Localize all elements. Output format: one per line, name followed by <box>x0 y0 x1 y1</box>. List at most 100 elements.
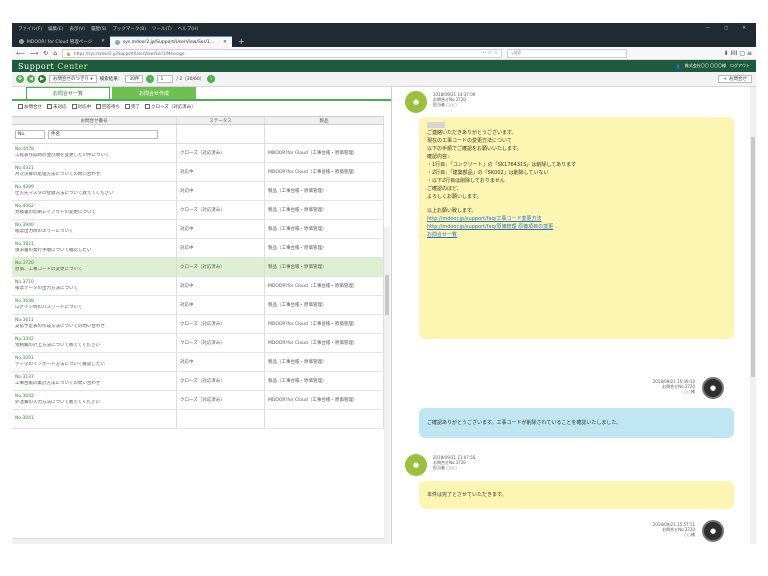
filter-closed[interactable]: クローズ（対応済み） <box>145 103 196 110</box>
page-actions[interactable]: ··· ☆ ☆ <box>481 50 498 56</box>
table-row[interactable]: No.3041 <box>12 410 384 429</box>
table-row[interactable]: No.3137 工事台帳の集計方法についての問い合わせ クローズ（対応済み） 製品（工… <box>12 372 384 391</box>
address-bar[interactable]: 🔒 https://sys.mdoor2.jp/Support/UserView… <box>62 48 503 58</box>
page-prev-icon[interactable]: ‹ <box>146 75 155 83</box>
filter-in-progress[interactable]: 対応中 <box>71 103 92 110</box>
filter-no-input[interactable]: No. <box>15 129 45 139</box>
inquiry-title: 月次決算の処理方法についての問い合わせ <box>15 172 101 177</box>
reload-icon[interactable]: ↻ <box>43 50 48 57</box>
tab-inquiry-list[interactable]: お問合せ一覧 <box>26 87 110 99</box>
search-placeholder: 検索 <box>513 50 522 55</box>
close-tab-icon[interactable]: ✕ <box>223 40 227 45</box>
cell-number-title: No.3720 原価、工事コードの変更について <box>12 258 177 276</box>
app-logo[interactable]: Support Center <box>18 62 88 71</box>
tab-inquiry-create[interactable]: お問合せ作成 <box>112 87 196 99</box>
column-header-product[interactable]: 製品 <box>265 117 384 124</box>
table-row[interactable]: No.3940 帳票出力時のエラーについて 対応中 製品（工事台帳・原価管理） <box>12 220 384 239</box>
cell-number-title: No.3638 ログイン時のパスワードについて <box>12 296 177 314</box>
inquiry-product: 製品（工事台帳・原価管理） <box>265 239 384 257</box>
browser-tab-admin[interactable]: MDOOR! for Cloud 管理ページ ✕ <box>14 36 110 47</box>
toolbar-icons[interactable]: ⬇ IIII ▢ ≡ <box>723 50 752 57</box>
inquiry-number[interactable]: No.3041 <box>15 416 34 422</box>
menu-view[interactable]: 表示(V) <box>69 26 85 32</box>
inquiry-title: 工程表作成時の並び順を変更したい件について <box>15 153 110 158</box>
message-sender: ○○様 <box>684 389 695 394</box>
inquiry-product: MDOOR!for Cloud（工事台帳・原価管理） <box>265 315 384 333</box>
table-row[interactable]: No.4321 月次決算の処理方法についての問い合わせ 対応中 MDOOR!for C… <box>12 163 384 182</box>
table-row[interactable]: No.3611 支払予定表の作成方法についての問い合わせ クローズ（対応済み） MDO… <box>12 315 384 334</box>
filter-done[interactable]: 完了 <box>125 103 140 110</box>
faq-link[interactable]: http://mdoor.jp/support/faq/原価管理 原価項目の変更 <box>427 223 726 231</box>
table-row[interactable]: No.4062 見積書の印刷レイアウトの変更について クローズ（対応済み） 製品（工事… <box>12 201 384 220</box>
table-row[interactable]: No.3638 ログイン時のパスワードについて 対応中 製品（工事台帳・原価管理） <box>12 296 384 315</box>
menu-history[interactable]: 履歴(S) <box>91 26 106 32</box>
column-header-number[interactable]: お問合せ番号 <box>12 117 177 124</box>
address-text: https://sys.mdoor2.jp/Support/UserView/S… <box>74 50 185 56</box>
table-row[interactable]: No.4478 工程表作成時の並び順を変更したい件について クローズ（対応済み） MD… <box>12 144 384 163</box>
close-tab-icon[interactable]: ✕ <box>101 39 105 44</box>
new-tab-button[interactable]: + <box>232 36 251 47</box>
add-icon[interactable]: ✚ <box>16 75 24 83</box>
table-row[interactable]: No.3720 原価、工事コードの変更について クローズ（対応済み） 製品（工事台帳・… <box>12 258 384 277</box>
column-header-status[interactable]: ステータス <box>177 117 265 124</box>
results-count-select[interactable]: 30件 <box>125 75 144 83</box>
table-row[interactable]: No.3821 請求書の発行手順について確認したい 対応中 製品（工事台帳・原価管理） <box>12 239 384 258</box>
filter-label: 対応中 <box>77 104 92 110</box>
table-row[interactable]: No.3342 労務費の計上方法について教えてください クローズ（対応済み） MDOO… <box>12 334 384 353</box>
inquiry-status: クローズ（対応済み） <box>177 372 265 390</box>
conversation-scrollbar[interactable] <box>750 87 756 544</box>
table-row[interactable]: No.3201 データのインポート方法について確認したい 対応中 製品（工事台帳・原価… <box>12 353 384 372</box>
message-line: 以上お願い致します。 <box>427 208 477 214</box>
tab-bar: MDOOR! for Cloud 管理ページ ✕ sys.mdoor2.jp/S… <box>12 34 756 47</box>
prev-icon[interactable]: ◀ <box>27 75 35 83</box>
filter-waiting[interactable]: 回答待ち <box>96 103 120 110</box>
category-select[interactable]: お問合せのつきり ▾ <box>49 75 97 83</box>
filter-unhandled[interactable]: 未対応 <box>47 103 67 110</box>
page-next-icon[interactable]: › <box>207 75 216 83</box>
cell-number-title: No.3041 <box>12 410 177 428</box>
logout-link[interactable]: ログアウト <box>730 63 750 69</box>
list-hscrollbar[interactable] <box>12 538 384 544</box>
next-icon[interactable]: ▶ <box>38 75 46 83</box>
plus-icon: + <box>723 76 727 82</box>
menu-help[interactable]: ヘルプ(H) <box>178 26 198 32</box>
menu-file[interactable]: ファイル(F) <box>18 26 42 32</box>
lock-icon: 🔒 <box>66 50 72 56</box>
browser-search-input[interactable]: ⌕ 検索 <box>507 48 628 58</box>
message-line: 以下の手順でご確認をお願いいたします。 <box>427 146 522 152</box>
menu-edit[interactable]: 編集(E) <box>48 26 63 32</box>
tab-label: MDOOR! for Cloud 管理ページ <box>27 39 93 45</box>
maximize-button[interactable]: □ <box>724 26 728 31</box>
browser-tab-support[interactable]: sys.mdoor2.jp/Support/UserView/Ser/1... … <box>109 36 232 47</box>
cell-number-title: No.3821 請求書の発行手順について確認したい <box>12 239 177 257</box>
faq-link[interactable]: http://mdoor.jp/support/faq/工事コード変更方法 <box>427 215 726 223</box>
inquiry-title: 工事台帳の集計方法についての問い合わせ <box>15 381 101 386</box>
message-meta: 2018/09/21 15:49:10 お問合せNo.3720 ○○様 <box>583 379 695 394</box>
close-window-button[interactable]: ✕ <box>742 26 746 31</box>
inquiry-list-link[interactable]: お問合せ一覧 <box>427 231 726 239</box>
home-icon[interactable]: ⌂ <box>53 50 57 57</box>
table-body: No.4478 工程表作成時の並び順を変更したい件について クローズ（対応済み） MD… <box>12 144 384 429</box>
filter-label: 完了 <box>131 104 140 110</box>
navigation-bar: ⟵ ⟶ ↻ ⌂ 🔒 https://sys.mdoor2.jp/Support/… <box>12 47 756 60</box>
table-row[interactable]: No.3042 外注費の入力方法について教えてください クローズ（対応済み） MDOO… <box>12 391 384 410</box>
filter-title-input[interactable]: 件名 <box>48 129 158 139</box>
filter-all[interactable]: お問合せ <box>18 103 42 110</box>
list-scrollbar[interactable] <box>384 227 390 544</box>
app-header: Support Center 👤 株式会社〇〇 〇〇〇様 ログアウト <box>12 60 756 72</box>
inquiry-button[interactable]: + お問合せ <box>718 75 752 83</box>
back-icon[interactable]: ⟵ <box>16 50 25 57</box>
table-row[interactable]: No.4099 仕入先マスタの登録方法について教えてください 対応中 製品（工事台帳・… <box>12 182 384 201</box>
menu-bookmarks[interactable]: ブックマーク(B) <box>112 26 146 32</box>
message-bubble-operator: 本件は完了とさせていただきます。 <box>419 481 734 509</box>
scroll-thumb[interactable] <box>385 275 389 315</box>
minimize-button[interactable]: — <box>705 26 710 31</box>
menu-tools[interactable]: ツール(T) <box>152 26 172 32</box>
results-label: 検索結果： <box>99 77 123 82</box>
checkbox-icon <box>18 103 23 109</box>
message-bubble-operator: ○○○様 ご連絡いただきありがとうございます。 現在の工事コードの変更方法につい… <box>419 117 734 339</box>
forward-icon[interactable]: ⟶ <box>30 50 39 57</box>
scroll-thumb[interactable] <box>751 137 755 377</box>
table-row[interactable]: No.3710 帳票データの出力方法について 対応中 MDOOR!for Cloud（… <box>12 277 384 296</box>
page-input[interactable]: 1 <box>157 75 174 83</box>
